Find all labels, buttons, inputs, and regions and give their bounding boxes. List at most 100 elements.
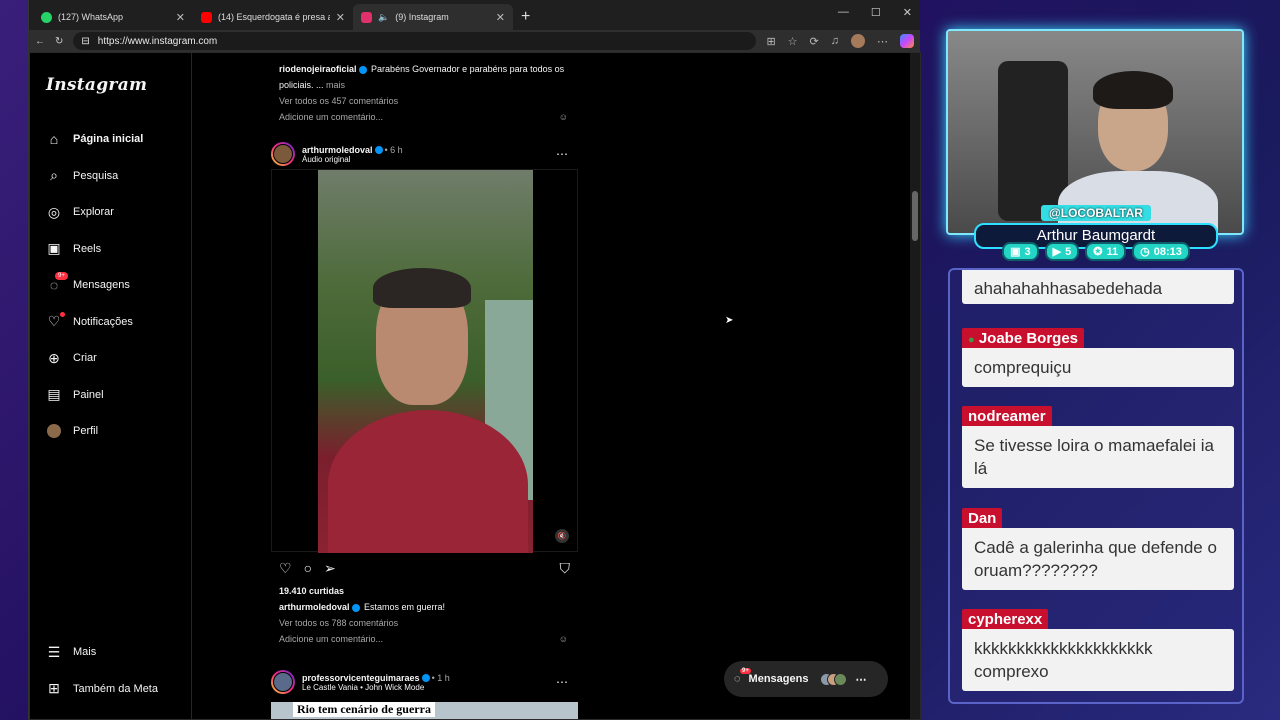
emoji-icon[interactable]: ☺ bbox=[559, 109, 568, 125]
overlay-text: Rio tem cenário de guerra bbox=[293, 702, 435, 717]
emoji-icon[interactable]: ☺ bbox=[559, 631, 568, 647]
close-icon[interactable]: ✕ bbox=[496, 11, 505, 24]
toolbar-icons: ⊞ ☆ ⟳ ♫ ⋯ bbox=[766, 34, 914, 48]
chat-message-text: ahahahahhasabedehada bbox=[962, 270, 1234, 304]
favorite-icon[interactable]: ☆ bbox=[788, 35, 798, 48]
message-avatars bbox=[820, 672, 848, 686]
sidebar-item-dashboard[interactable]: ▤ Painel bbox=[46, 377, 191, 414]
sidebar-item-search[interactable]: ⌕ Pesquisa bbox=[46, 158, 191, 195]
add-comment-field[interactable]: Adicione um comentário... ☺ bbox=[271, 109, 578, 125]
stat-value: 5 bbox=[1065, 245, 1072, 258]
post-caption: arthurmoledoval Estamos em guerra! bbox=[271, 599, 578, 615]
sidebar-item-meta[interactable]: ⊞ Também da Meta bbox=[46, 671, 158, 708]
chat-username: Dan bbox=[962, 508, 1003, 528]
stream-stats: ▣ 3 ▶ 5 ✪ 11 ◷ 08:13 bbox=[976, 242, 1216, 261]
sidebar-item-label: Página inicial bbox=[73, 133, 144, 146]
reload-icon[interactable]: ↻ bbox=[55, 36, 63, 47]
chat-username: ● Joabe Borges bbox=[962, 328, 1085, 348]
favorites-list-icon[interactable]: ♫ bbox=[831, 35, 839, 47]
add-comment-field[interactable]: Adicione um comentário... ☺ bbox=[271, 631, 578, 647]
more-options-icon[interactable]: ⋯ bbox=[556, 147, 568, 161]
view-comments-link[interactable]: Ver todos os 788 comentários bbox=[271, 615, 578, 631]
twitch-icon: ▣ bbox=[1010, 246, 1021, 258]
menu-icon[interactable]: ⋯ bbox=[877, 35, 888, 48]
sidebar-item-profile[interactable]: Perfil bbox=[46, 413, 191, 450]
post-media[interactable]: 🔇 bbox=[271, 169, 578, 553]
username-link[interactable]: arthurmoledoval bbox=[302, 145, 373, 155]
share-icon[interactable]: ➢ bbox=[324, 560, 336, 577]
sidebar-item-label: Pesquisa bbox=[73, 169, 119, 182]
tab-whatsapp[interactable]: (127) WhatsApp ✕ bbox=[33, 4, 193, 30]
back-icon[interactable]: ← bbox=[35, 36, 45, 47]
app-icon[interactable]: ⊞ bbox=[766, 35, 775, 48]
site-info-icon[interactable]: ⊟ bbox=[81, 36, 89, 47]
caption-text: Estamos em guerra! bbox=[364, 602, 446, 612]
maximize-icon[interactable]: ☐ bbox=[871, 6, 881, 19]
gaming-chair bbox=[998, 61, 1068, 221]
username-link[interactable]: arthurmoledoval bbox=[279, 602, 350, 612]
copilot-icon[interactable] bbox=[900, 34, 914, 48]
add-comment-placeholder: Adicione um comentário... bbox=[279, 634, 384, 644]
instagram-logo[interactable]: Instagram bbox=[46, 75, 191, 95]
uptime-stat: ◷ 08:13 bbox=[1132, 242, 1190, 261]
avatar[interactable] bbox=[271, 142, 295, 166]
hamburger-icon: ☰ bbox=[47, 643, 61, 660]
more-link[interactable]: mais bbox=[326, 80, 345, 90]
more-options-icon[interactable]: ⋯ bbox=[556, 675, 568, 689]
close-window-icon[interactable]: ✕ bbox=[903, 6, 912, 19]
messages-button[interactable]: ◌ 9+ Mensagens ⋯ bbox=[724, 661, 888, 697]
profile-avatar[interactable] bbox=[851, 34, 865, 48]
username-link[interactable]: riodenojeiraoficial bbox=[279, 64, 357, 74]
video-player[interactable] bbox=[318, 170, 533, 553]
sidebar-item-home[interactable]: ⌂ Página inicial bbox=[46, 121, 191, 158]
minimize-icon[interactable]: — bbox=[838, 6, 849, 19]
sidebar-item-explore[interactable]: ◎ Explorar bbox=[46, 194, 191, 231]
avatar bbox=[834, 672, 848, 686]
post-media[interactable]: Rio tem cenário de guerra bbox=[271, 702, 578, 719]
stream-chat: ahahahahhasabedehada ● Joabe Borges comp… bbox=[948, 268, 1244, 704]
more-icon: ⋯ bbox=[855, 673, 867, 686]
post-time: • 6 h bbox=[384, 144, 403, 155]
audio-link[interactable]: Le Castle Vania • John Wick Mode bbox=[302, 683, 450, 692]
speaker-icon[interactable]: 🔈 bbox=[378, 12, 389, 23]
view-comments-link[interactable]: Ver todos os 457 comentários bbox=[271, 93, 578, 109]
tab-bar: (127) WhatsApp ✕ (14) Esquerdogata é pre… bbox=[29, 0, 920, 30]
avatar[interactable] bbox=[271, 670, 295, 694]
verified-icon bbox=[374, 146, 383, 155]
mute-icon[interactable]: 🔇 bbox=[555, 529, 569, 543]
chat-message: cypherexx kkkkkkkkkkkkkkkkkkkkk comprexo bbox=[962, 609, 1234, 691]
whatsapp-icon bbox=[41, 11, 52, 23]
username-link[interactable]: professorvicenteguimaraes bbox=[302, 673, 420, 683]
sidebar-item-reels[interactable]: ▣ Reels bbox=[46, 231, 191, 268]
sidebar-item-notifications[interactable]: ♡ Notificações bbox=[46, 304, 191, 341]
post-header: arthurmoledoval • 6 h Áudio original ⋯ bbox=[271, 139, 578, 169]
close-icon[interactable]: ✕ bbox=[176, 11, 185, 24]
notification-dot bbox=[60, 311, 65, 317]
close-icon[interactable]: ✕ bbox=[336, 11, 345, 24]
sidebar-item-messages[interactable]: ◌ 9+ Mensagens bbox=[46, 267, 191, 304]
tab-youtube[interactable]: (14) Esquerdogata é presa após o ✕ bbox=[193, 4, 353, 30]
audio-link[interactable]: Áudio original bbox=[302, 155, 403, 164]
bookmark-icon[interactable]: ⛉ bbox=[560, 560, 571, 577]
chat-badge-icon: ● bbox=[968, 334, 975, 346]
new-tab-button[interactable]: + bbox=[521, 8, 530, 26]
likes-count[interactable]: 19.410 curtidas bbox=[271, 583, 578, 599]
search-icon: ⌕ bbox=[50, 167, 58, 184]
sidebar-item-create[interactable]: ⊕ Criar bbox=[46, 340, 191, 377]
extensions-icon[interactable]: ⟳ bbox=[810, 35, 819, 48]
url-text: https://www.instagram.com bbox=[97, 35, 218, 47]
mouse-cursor: ➤ bbox=[725, 315, 734, 326]
add-comment-placeholder: Adicione um comentário... bbox=[279, 112, 384, 122]
like-icon[interactable]: ♡ bbox=[279, 560, 292, 577]
chat-username-text: Joabe Borges bbox=[978, 330, 1079, 347]
sidebar-item-label: Reels bbox=[73, 242, 102, 255]
tab-instagram[interactable]: 🔈 (9) Instagram ✕ bbox=[353, 4, 513, 30]
url-field[interactable]: ⊟ https://www.instagram.com bbox=[73, 32, 757, 50]
scrollbar[interactable] bbox=[910, 53, 920, 719]
chat-message: Dan Cadê a galerinha que defende o oruam… bbox=[962, 508, 1234, 590]
sidebar-item-more[interactable]: ☰ Mais bbox=[46, 634, 158, 671]
chat-message-text: kkkkkkkkkkkkkkkkkkkkk comprexo bbox=[962, 629, 1234, 691]
scrollbar-thumb[interactable] bbox=[912, 191, 918, 241]
comment-icon[interactable]: ○ bbox=[304, 560, 312, 577]
twitch-stat: ▣ 3 bbox=[1002, 242, 1039, 261]
